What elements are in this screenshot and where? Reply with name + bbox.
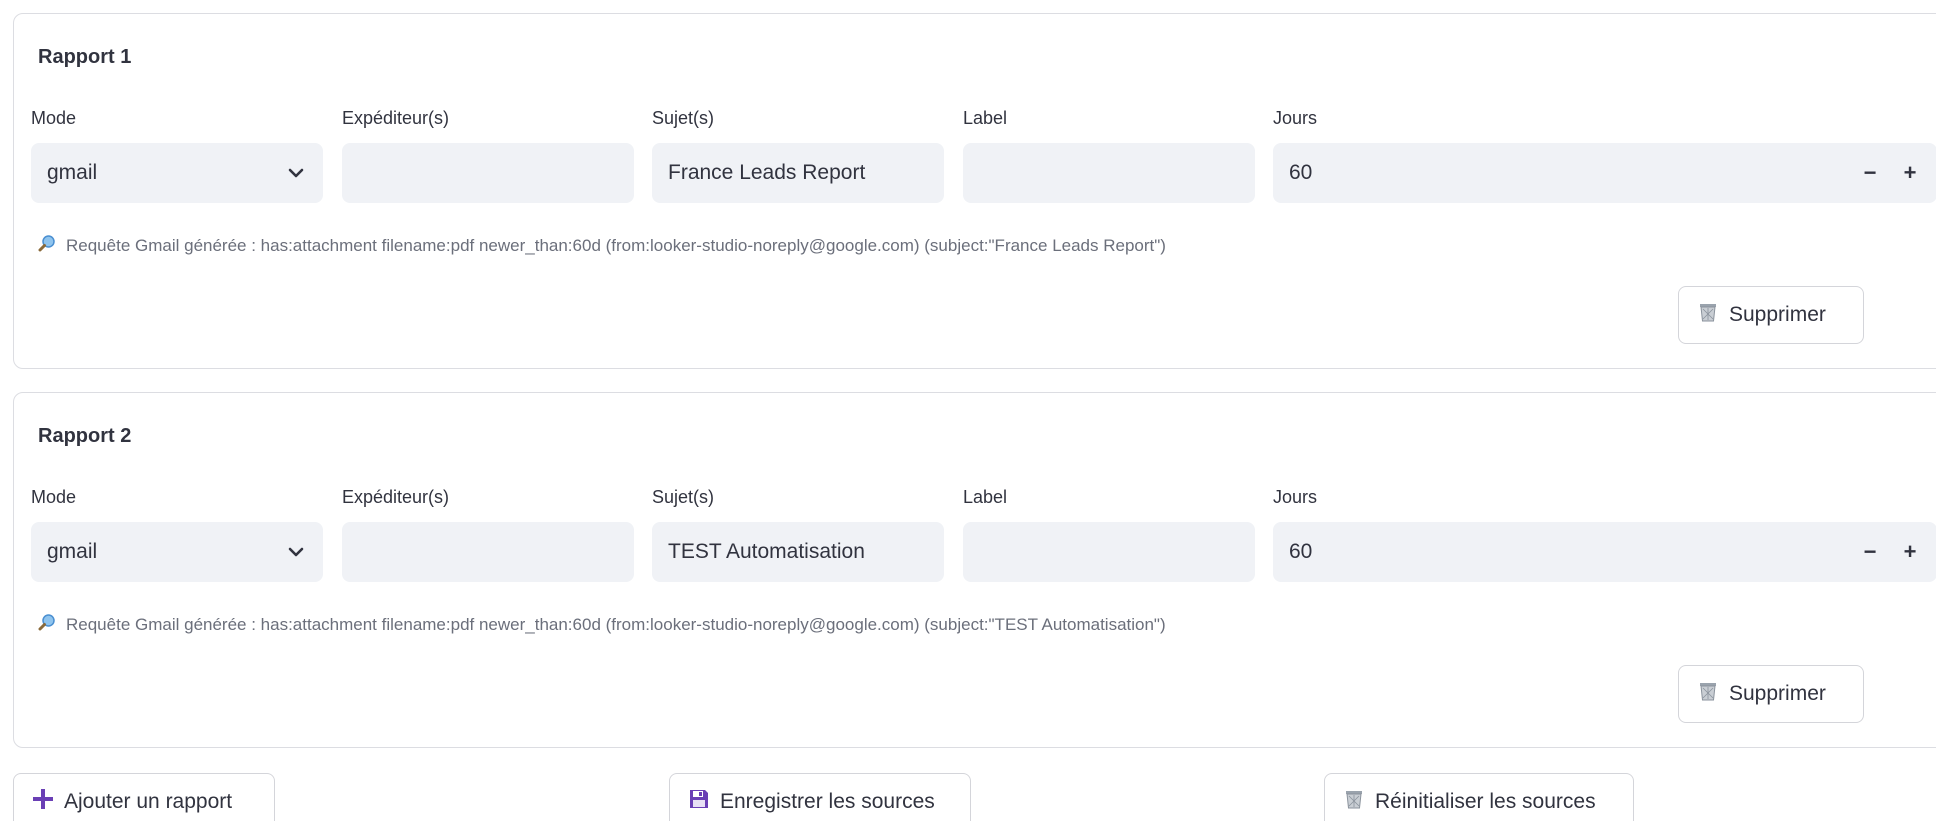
save-sources-button[interactable]: Enregistrer les sources	[669, 773, 971, 821]
wastebasket-icon	[1697, 301, 1719, 329]
plus-icon	[32, 788, 54, 816]
report-card-1: Rapport 1 Mode Expéditeur(s) Sujet(s) La…	[13, 13, 1936, 369]
sender-input[interactable]	[342, 522, 634, 582]
add-report-label: Ajouter un rapport	[64, 790, 233, 813]
magnifier-icon	[38, 234, 56, 257]
days-decrement-button[interactable]: −	[1846, 143, 1894, 203]
days-stepper[interactable]: 60	[1273, 522, 1936, 582]
days-decrement-button[interactable]: −	[1846, 522, 1894, 582]
subject-input-value: TEST Automatisation	[668, 540, 865, 563]
subject-label: Sujet(s)	[652, 108, 715, 128]
gmail-query-preview: Requête Gmail générée : has:attachment f…	[38, 234, 1166, 257]
mode-select[interactable]: gmail	[31, 522, 323, 582]
mode-select[interactable]: gmail	[31, 143, 323, 203]
days-stepper-value: 60	[1289, 540, 1313, 563]
subject-label: Sujet(s)	[652, 487, 715, 507]
gmail-query-text: Requête Gmail générée : has:attachment f…	[66, 235, 1166, 255]
wastebasket-icon	[1697, 680, 1719, 708]
report-title: Rapport 2	[38, 425, 132, 447]
sender-input[interactable]	[342, 143, 634, 203]
subject-input[interactable]: France Leads Report	[652, 143, 944, 203]
label-input[interactable]	[963, 522, 1255, 582]
mode-label: Mode	[31, 487, 77, 507]
mode-select-value: gmail	[47, 540, 98, 563]
days-stepper[interactable]: 60	[1273, 143, 1936, 203]
chevron-down-icon	[285, 162, 307, 184]
reset-sources-label: Réinitialiser les sources	[1375, 790, 1596, 813]
label-label: Label	[963, 108, 1008, 128]
days-increment-button[interactable]: +	[1890, 522, 1930, 582]
mode-select-value: gmail	[47, 161, 98, 184]
add-report-button[interactable]: Ajouter un rapport	[13, 773, 275, 821]
sender-label: Expéditeur(s)	[342, 108, 450, 128]
days-increment-button[interactable]: +	[1890, 143, 1930, 203]
report-card-2: Rapport 2 Mode Expéditeur(s) Sujet(s) La…	[13, 392, 1936, 748]
label-label: Label	[963, 487, 1008, 507]
wastebasket-icon	[1343, 788, 1365, 816]
gmail-query-preview: Requête Gmail générée : has:attachment f…	[38, 613, 1166, 636]
report-title: Rapport 1	[38, 46, 132, 68]
chevron-down-icon	[285, 541, 307, 563]
delete-report-label: Supprimer	[1729, 682, 1826, 705]
page: Rapport 1 Mode Expéditeur(s) Sujet(s) La…	[0, 0, 1936, 821]
save-sources-label: Enregistrer les sources	[720, 790, 935, 813]
mode-label: Mode	[31, 108, 77, 128]
delete-report-button[interactable]: Supprimer	[1678, 286, 1864, 344]
subject-input-value: France Leads Report	[668, 161, 866, 184]
gmail-query-text: Requête Gmail générée : has:attachment f…	[66, 614, 1166, 634]
days-stepper-value: 60	[1289, 161, 1313, 184]
subject-input[interactable]: TEST Automatisation	[652, 522, 944, 582]
days-label: Jours	[1273, 108, 1318, 128]
delete-report-button[interactable]: Supprimer	[1678, 665, 1864, 723]
magnifier-icon	[38, 613, 56, 636]
reset-sources-button[interactable]: Réinitialiser les sources	[1324, 773, 1634, 821]
floppy-disk-icon	[688, 788, 710, 816]
delete-report-label: Supprimer	[1729, 303, 1826, 326]
days-label: Jours	[1273, 487, 1318, 507]
sender-label: Expéditeur(s)	[342, 487, 450, 507]
label-input[interactable]	[963, 143, 1255, 203]
